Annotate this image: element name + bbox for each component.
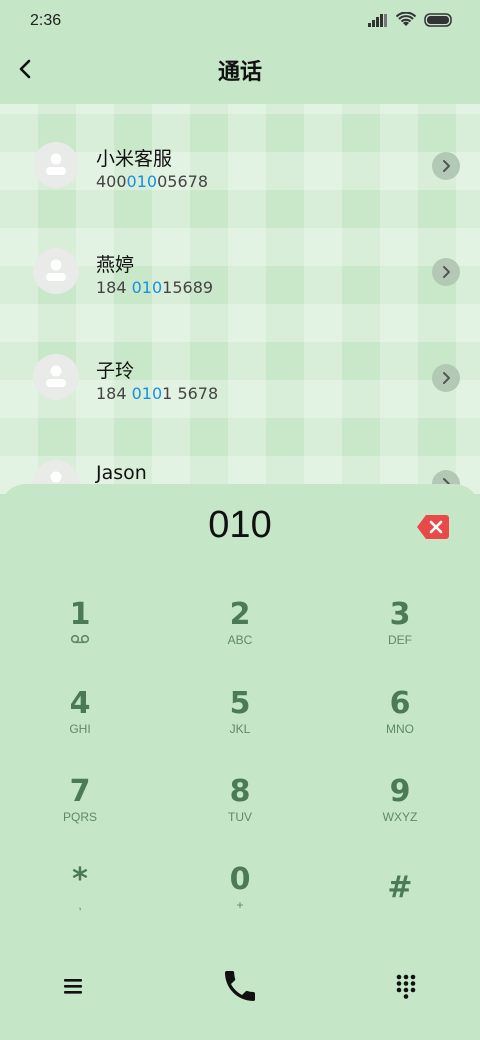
key-digit: 3 xyxy=(389,597,411,632)
chevron-right-icon xyxy=(443,372,450,384)
delete-icon xyxy=(417,515,449,539)
status-icons xyxy=(368,12,454,28)
avatar-icon xyxy=(46,259,66,281)
key-digit: 9 xyxy=(389,774,411,809)
key-3[interactable]: 3 DEF xyxy=(320,599,480,679)
contact-detail-button[interactable] xyxy=(432,364,460,392)
contact-name: 小米客服 xyxy=(96,148,173,170)
key-5[interactable]: 5 JKL xyxy=(160,688,320,768)
contact-list[interactable]: 小米客服 40001005678 燕婷 184 01015689 子玲 184 … xyxy=(0,104,480,494)
page-title: 通话 xyxy=(217,60,262,85)
contact-number: 40001005678 xyxy=(96,172,208,191)
contact-row[interactable]: 子玲 184 0101 5678 xyxy=(0,324,480,424)
key-letters: ABC xyxy=(227,633,253,647)
avatar-icon xyxy=(46,153,66,175)
key-0[interactable]: 0 + xyxy=(160,864,320,944)
key-digit: 7 xyxy=(69,774,91,809)
chevron-right-icon xyxy=(443,266,450,278)
key-digit: 8 xyxy=(229,774,251,809)
key-8[interactable]: 8 TUV xyxy=(160,776,320,856)
key-digit: 1 xyxy=(69,597,91,632)
key-6[interactable]: 6 MNO xyxy=(320,688,480,768)
avatar-icon xyxy=(46,365,66,387)
dialed-number: 010 xyxy=(208,504,272,546)
status-time: 2:36 xyxy=(30,12,62,29)
key-7[interactable]: 7 PQRS xyxy=(0,776,160,856)
contact-detail-button[interactable] xyxy=(432,258,460,286)
key-4[interactable]: 4 GHI xyxy=(0,688,160,768)
contact-number: 184 01015689 xyxy=(96,278,214,297)
wifi-icon xyxy=(396,12,416,26)
status-bar: 2:36 xyxy=(0,0,480,40)
contact-row[interactable]: 燕婷 184 01015689 xyxy=(0,218,480,318)
contact-name: 子玲 xyxy=(96,360,135,382)
contact-row[interactable]: 小米客服 40001005678 xyxy=(0,112,480,212)
contact-number: 184 0101 5678 xyxy=(96,384,219,403)
key-digit: 4 xyxy=(69,686,91,721)
dialpad-icon xyxy=(396,974,416,999)
menu-icon xyxy=(64,979,82,994)
key-digit: 0 xyxy=(229,862,251,897)
menu-button[interactable] xyxy=(43,960,103,1012)
delete-button[interactable] xyxy=(416,514,450,540)
key-1[interactable]: 1 xyxy=(0,599,160,679)
key-digit: 5 xyxy=(229,686,251,721)
avatar xyxy=(33,354,79,400)
key-letters: MNO xyxy=(386,722,414,736)
key-2[interactable]: 2 ABC xyxy=(160,599,320,679)
contact-detail-button[interactable] xyxy=(432,152,460,180)
key-letters: PQRS xyxy=(62,810,97,824)
key-9[interactable]: 9 WXYZ xyxy=(320,776,480,856)
call-button[interactable] xyxy=(210,960,270,1012)
key-star[interactable]: * , xyxy=(0,864,160,944)
avatar xyxy=(33,248,79,294)
key-digit: 2 xyxy=(229,597,251,632)
key-letters: TUV xyxy=(228,810,252,824)
battery-icon xyxy=(424,13,452,27)
dialpad-panel: 010 1 2 ABC 3 DEF 4 GHI 5 JKL 6 MNO 7 PQ… xyxy=(0,484,480,1040)
call-icon xyxy=(225,971,255,1001)
dialpad-toggle-button[interactable] xyxy=(376,960,436,1012)
key-hash[interactable]: # xyxy=(320,872,480,952)
contact-name: 燕婷 xyxy=(96,254,135,276)
contact-name: Jason xyxy=(96,462,147,484)
chevron-right-icon xyxy=(443,160,450,172)
bottom-bar xyxy=(0,960,480,1020)
key-letters: , xyxy=(78,898,82,912)
signal-icon xyxy=(368,14,387,27)
key-digit: * xyxy=(72,862,88,897)
key-letters: WXYZ xyxy=(382,810,418,824)
avatar xyxy=(33,142,79,188)
voicemail-icon xyxy=(0,633,160,648)
key-letters: JKL xyxy=(229,722,251,736)
key-letters: GHI xyxy=(69,722,91,736)
key-letters: DEF xyxy=(388,633,412,647)
header: 通话 xyxy=(0,40,480,104)
key-digit: 6 xyxy=(389,686,411,721)
key-letters: + xyxy=(236,898,244,912)
key-digit: # xyxy=(387,870,413,905)
